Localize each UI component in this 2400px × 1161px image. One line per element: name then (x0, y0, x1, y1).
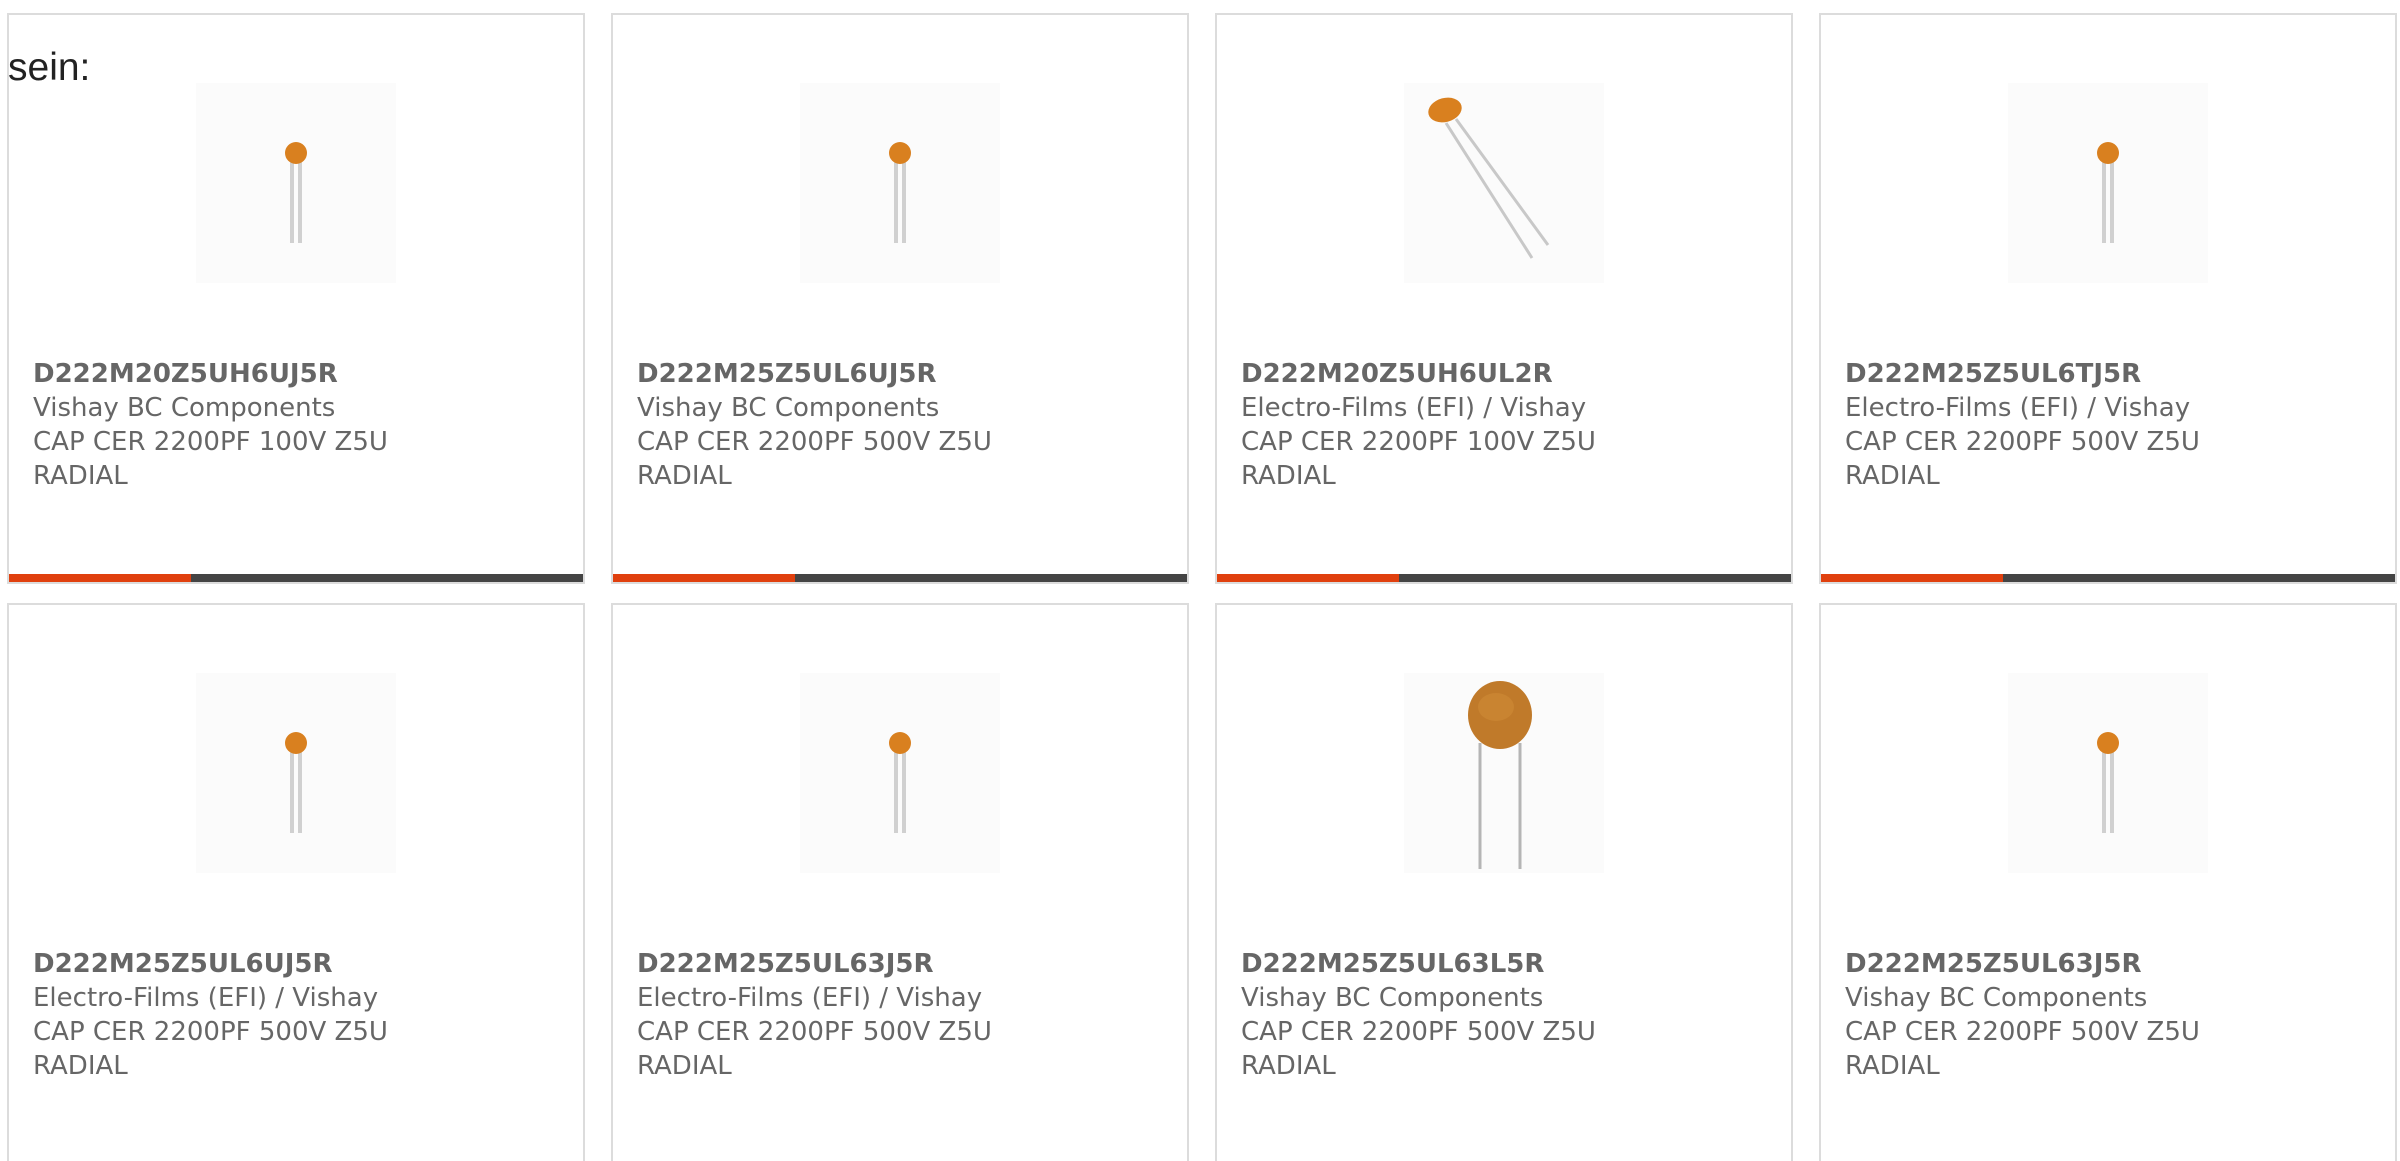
description: CAP CER 2200PF 500V Z5U (1845, 427, 2200, 457)
part-number-link[interactable]: D222M20Z5UH6UJ5R (33, 357, 563, 391)
card-footer-accent (1217, 574, 1399, 582)
product-card[interactable]: D222M25Z5UL63L5R Vishay BC Components CA… (1215, 603, 1793, 1161)
manufacturer: Vishay BC Components (33, 393, 336, 423)
card-footer-accent (613, 574, 795, 582)
part-number-link[interactable]: D222M25Z5UL63L5R (1241, 947, 1771, 981)
description: CAP CER 2200PF 500V Z5U (1241, 1017, 1596, 1047)
description: CAP CER 2200PF 500V Z5U (33, 1017, 388, 1047)
description: CAP CER 2200PF 500V Z5U (1845, 1017, 2200, 1047)
description: CAP CER 2200PF 500V Z5U (637, 1017, 992, 1047)
manufacturer: Vishay BC Components (637, 393, 940, 423)
description-package: RADIAL (1241, 461, 1336, 491)
intro-text: sein: (8, 46, 91, 89)
small-ceramic-capacitor-icon[interactable] (196, 673, 396, 873)
manufacturer: Electro-Films (EFI) / Vishay (1241, 393, 1587, 423)
large-disc-capacitor-icon[interactable] (1404, 673, 1604, 873)
card-footer-bar (1217, 574, 1791, 582)
part-number-link[interactable]: D222M25Z5UL6UJ5R (637, 357, 1167, 391)
part-number-link[interactable]: D222M25Z5UL6TJ5R (1845, 357, 2375, 391)
manufacturer: Vishay BC Components (1845, 983, 2148, 1013)
description-package: RADIAL (1241, 1051, 1336, 1081)
description-package: RADIAL (637, 1051, 732, 1081)
product-card[interactable]: D222M25Z5UL6UJ5R Vishay BC Components CA… (611, 13, 1189, 584)
part-number-link[interactable]: D222M20Z5UH6UL2R (1241, 357, 1771, 391)
product-card[interactable]: D222M20Z5UH6UJ5R Vishay BC Components CA… (7, 13, 585, 584)
manufacturer: Vishay BC Components (1241, 983, 1544, 1013)
card-footer-bar (613, 574, 1187, 582)
card-footer-accent (9, 574, 191, 582)
description: CAP CER 2200PF 500V Z5U (637, 427, 992, 457)
small-ceramic-capacitor-icon[interactable] (196, 83, 396, 283)
small-ceramic-capacitor-icon[interactable] (2008, 673, 2208, 873)
manufacturer: Electro-Films (EFI) / Vishay (1845, 393, 2191, 423)
product-card[interactable]: D222M25Z5UL6TJ5R Electro-Films (EFI) / V… (1819, 13, 2397, 584)
description: CAP CER 2200PF 100V Z5U (1241, 427, 1596, 457)
card-footer-bar (9, 574, 583, 582)
description-package: RADIAL (33, 1051, 128, 1081)
description-package: RADIAL (1845, 461, 1940, 491)
description-package: RADIAL (1845, 1051, 1940, 1081)
description-package: RADIAL (637, 461, 732, 491)
small-ceramic-capacitor-icon[interactable] (800, 83, 1000, 283)
product-card[interactable]: D222M20Z5UH6UL2R Electro-Films (EFI) / V… (1215, 13, 1793, 584)
part-number-link[interactable]: D222M25Z5UL6UJ5R (33, 947, 563, 981)
small-ceramic-capacitor-icon[interactable] (2008, 83, 2208, 283)
product-card[interactable]: D222M25Z5UL63J5R Electro-Films (EFI) / V… (611, 603, 1189, 1161)
description-package: RADIAL (33, 461, 128, 491)
card-footer-bar (1821, 574, 2395, 582)
product-card[interactable]: D222M25Z5UL6UJ5R Electro-Films (EFI) / V… (7, 603, 585, 1161)
card-footer-accent (1821, 574, 2003, 582)
part-number-link[interactable]: D222M25Z5UL63J5R (637, 947, 1167, 981)
small-ceramic-capacitor-icon[interactable] (800, 673, 1000, 873)
description: CAP CER 2200PF 100V Z5U (33, 427, 388, 457)
manufacturer: Electro-Films (EFI) / Vishay (637, 983, 983, 1013)
bent-ceramic-capacitor-icon[interactable] (1404, 83, 1604, 283)
part-number-link[interactable]: D222M25Z5UL63J5R (1845, 947, 2375, 981)
product-card[interactable]: D222M25Z5UL63J5R Vishay BC Components CA… (1819, 603, 2397, 1161)
manufacturer: Electro-Films (EFI) / Vishay (33, 983, 379, 1013)
